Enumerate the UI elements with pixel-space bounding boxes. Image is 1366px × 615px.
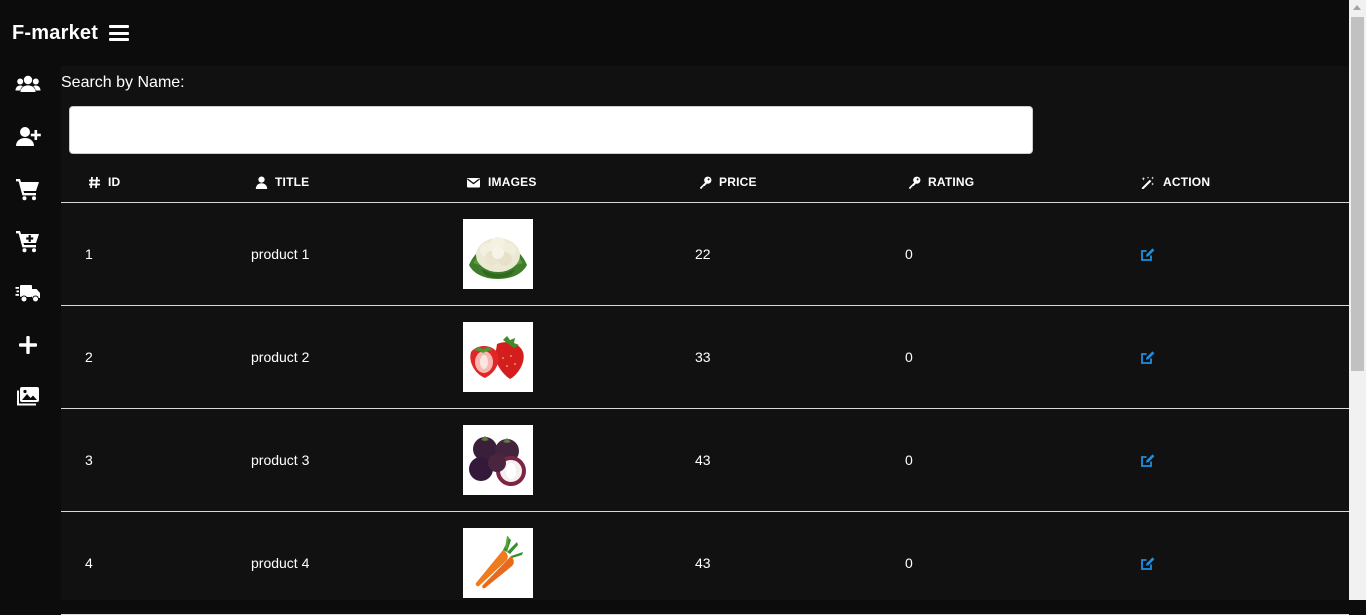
edit-button[interactable] xyxy=(1140,453,1155,468)
sidebar-item-cart[interactable] xyxy=(14,176,42,202)
row-title: product 2 xyxy=(251,349,310,365)
images-icon xyxy=(17,387,39,406)
column-header-action-label: ACTION xyxy=(1163,175,1211,189)
hamburger-line xyxy=(109,25,129,28)
hamburger-line xyxy=(109,38,129,41)
edit-button[interactable] xyxy=(1140,556,1155,571)
plus-icon xyxy=(19,336,37,354)
table-header: ID TITLE IMAGES PRICE RATING ACTION xyxy=(61,162,1349,203)
row-rating: 0 xyxy=(905,452,913,468)
row-title: product 3 xyxy=(251,452,310,468)
row-action-cell xyxy=(1140,203,1155,305)
table-row: 2 product 2 33 0 xyxy=(61,306,1349,409)
column-header-action: ACTION xyxy=(1140,162,1210,202)
cart-plus-icon xyxy=(16,231,39,253)
edit-icon xyxy=(1141,247,1155,261)
users-icon xyxy=(15,75,41,92)
search-input[interactable] xyxy=(69,106,1033,154)
sidebar-item-delivery[interactable] xyxy=(14,280,42,306)
column-header-images-label: IMAGES xyxy=(488,175,537,189)
column-header-title-label: TITLE xyxy=(275,175,310,189)
envelope-icon xyxy=(467,177,480,187)
row-action-cell xyxy=(1140,409,1155,511)
strawberries-image xyxy=(463,322,533,392)
page-scrollbar[interactable] xyxy=(1349,0,1366,600)
top-bar: F-market xyxy=(0,0,1349,66)
row-image-cell xyxy=(463,409,533,511)
table-row: 3 product 3 43 0 xyxy=(61,409,1349,512)
sidebar-item-add-to-cart[interactable] xyxy=(14,228,42,254)
hash-icon xyxy=(89,176,100,188)
row-title: product 4 xyxy=(251,555,310,571)
column-header-rating-label: RATING xyxy=(928,175,975,189)
row-image-cell xyxy=(463,203,533,305)
column-header-title: TITLE xyxy=(255,162,309,202)
column-header-price-label: PRICE xyxy=(719,175,757,189)
edit-button[interactable] xyxy=(1140,247,1155,262)
row-price: 22 xyxy=(695,246,711,262)
row-rating: 0 xyxy=(905,349,913,365)
magic-wand-icon xyxy=(1141,175,1155,189)
add-user-icon xyxy=(16,127,41,146)
main-content: Search by Name: ID TITLE IMAGES PRICE RA… xyxy=(61,66,1349,615)
product-table-body: 1 product 1 22 0 2 product 2 33 0 3 prod… xyxy=(61,203,1349,615)
key-icon xyxy=(909,176,921,189)
column-header-id: ID xyxy=(88,162,120,202)
column-header-images: IMAGES xyxy=(466,162,537,202)
column-header-rating: RATING xyxy=(908,162,974,202)
scroll-up-arrow-icon[interactable] xyxy=(1353,5,1361,10)
row-price: 43 xyxy=(695,452,711,468)
cart-icon xyxy=(16,179,39,201)
mangosteen-image xyxy=(463,425,533,495)
app-title[interactable]: F-market xyxy=(12,22,98,45)
row-id: 4 xyxy=(85,555,93,571)
key-icon xyxy=(700,176,712,189)
sidebar-item-images[interactable] xyxy=(14,384,42,410)
search-label: Search by Name: xyxy=(61,74,185,91)
edit-icon xyxy=(1141,453,1155,467)
row-rating: 0 xyxy=(905,246,913,262)
row-image-cell xyxy=(463,512,533,614)
column-header-price: PRICE xyxy=(699,162,757,202)
row-id: 2 xyxy=(85,349,93,365)
cauliflower-image xyxy=(463,219,533,289)
sidebar-item-users[interactable] xyxy=(14,72,42,98)
row-title: product 1 xyxy=(251,246,310,262)
hamburger-line xyxy=(109,31,129,35)
sidebar-item-add[interactable] xyxy=(14,332,42,358)
row-image-cell xyxy=(463,306,533,408)
menu-toggle-button[interactable] xyxy=(109,24,129,42)
row-action-cell xyxy=(1140,512,1155,614)
row-rating: 0 xyxy=(905,555,913,571)
row-id: 1 xyxy=(85,246,93,262)
edit-icon xyxy=(1141,350,1155,364)
sidebar-item-add-user[interactable] xyxy=(14,124,42,150)
row-id: 3 xyxy=(85,452,93,468)
edit-icon xyxy=(1141,556,1155,570)
row-price: 33 xyxy=(695,349,711,365)
delivery-truck-icon xyxy=(15,285,40,303)
column-header-id-label: ID xyxy=(108,175,121,189)
scrollbar-thumb[interactable] xyxy=(1351,17,1364,371)
carrots-image xyxy=(463,528,533,598)
table-row: 1 product 1 22 0 xyxy=(61,203,1349,306)
row-action-cell xyxy=(1140,306,1155,408)
user-icon xyxy=(255,176,268,189)
row-price: 43 xyxy=(695,555,711,571)
edit-button[interactable] xyxy=(1140,350,1155,365)
sidebar xyxy=(0,66,57,600)
